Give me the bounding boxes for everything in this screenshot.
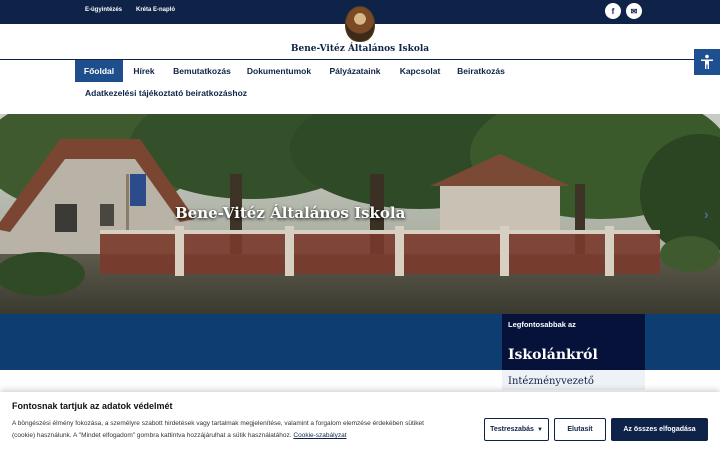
cookie-text-line-2: (cookie) használunk. A "Mindet elfogadom…	[12, 432, 347, 439]
customize-button-label: Testreszabás	[490, 426, 534, 433]
nav-item-fooldal[interactable]: Főoldal	[75, 60, 123, 82]
nav-item-beiratkozas[interactable]: Beiratkozás	[452, 60, 510, 82]
cookie-text-line-1: A böngészési élmény fokozása, a személyr…	[12, 420, 424, 427]
slider-next-icon[interactable]: ›	[704, 206, 709, 222]
sidebar-item-intezmenyvezeto[interactable]: Intézményvezető	[508, 376, 594, 387]
nav-item-adatkezelesi[interactable]: Adatkezelési tájékoztató beiratkozáshoz	[85, 88, 247, 98]
sidebar-card-subtitle: Legfontosabbak az	[508, 320, 576, 329]
cookie-text-line-2-body: (cookie) használunk. A "Mindet elfogadom…	[12, 432, 292, 439]
reject-button[interactable]: Elutasít	[554, 418, 606, 441]
cookie-title: Fontosnak tartjuk az adatok védelmét	[12, 401, 173, 411]
accessibility-figure	[701, 54, 713, 69]
mail-icon[interactable]: ✉	[626, 3, 642, 19]
cookie-policy-link[interactable]: Cookie-szabályzat	[293, 432, 346, 439]
hero-title: Bene-Vitéz Általános Iskola	[175, 204, 406, 222]
nav-item-palyazataink[interactable]: Pályázataink	[322, 60, 388, 82]
site-title[interactable]: Bene-Vitéz Általános Iskola	[0, 44, 720, 54]
facebook-icon[interactable]: f	[605, 3, 621, 19]
nav-item-hirek[interactable]: Hírek	[127, 60, 161, 82]
accessibility-icon[interactable]	[694, 49, 720, 75]
customize-button[interactable]: Testreszabás ▼	[484, 418, 549, 441]
nav-item-bemutatkozas[interactable]: Bemutatkozás	[167, 60, 237, 82]
accept-all-button[interactable]: Az összes elfogadása	[611, 418, 708, 441]
caret-down-icon: ▼	[536, 426, 543, 433]
sidebar-card-title: Iskolánkról	[508, 347, 598, 363]
kreta-enaplo-link[interactable]: Kréta E-napló	[136, 7, 175, 13]
e-ugyintezes-link[interactable]: E-ügyintézés	[85, 7, 122, 13]
nav-item-dokumentumok[interactable]: Dokumentumok	[242, 60, 316, 82]
nav-item-kapcsolat[interactable]: Kapcsolat	[394, 60, 446, 82]
school-crest-logo[interactable]	[345, 6, 375, 42]
